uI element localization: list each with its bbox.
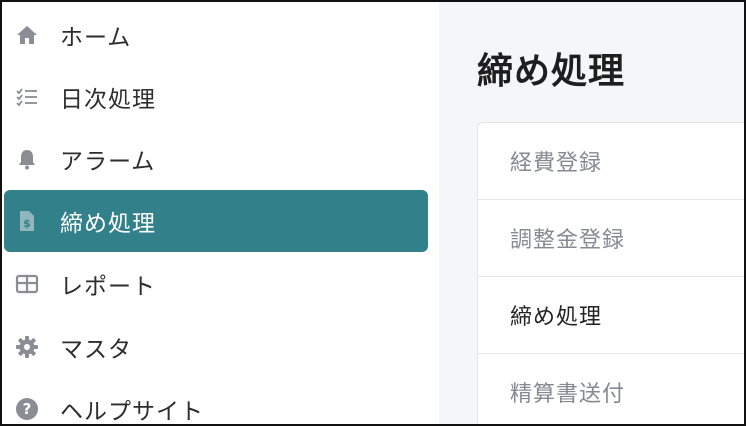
svg-text:?: ? bbox=[23, 400, 32, 418]
checklist-icon bbox=[14, 84, 40, 110]
sidebar-item-label: レポート bbox=[60, 274, 156, 300]
submenu-item-expense[interactable]: 経費登録 bbox=[478, 123, 744, 200]
sidebar-item-label: 締め処理 bbox=[60, 211, 156, 237]
sidebar-item-label: アラーム bbox=[60, 149, 156, 175]
table-icon bbox=[14, 271, 40, 297]
app-window: ホーム 日次処理 アラーム $ 締め処理 レポート マスタ ? ヘルプサイト 締… bbox=[0, 0, 746, 426]
sidebar-item-label: ヘルプサイト bbox=[60, 399, 204, 425]
home-icon bbox=[14, 22, 40, 48]
submenu-item-statement[interactable]: 精算書送付 bbox=[478, 354, 744, 424]
invoice-icon: $ bbox=[14, 208, 40, 234]
gear-icon bbox=[14, 334, 40, 360]
submenu-item-label: 経費登録 bbox=[510, 151, 603, 176]
sidebar-item-alarm[interactable]: アラーム bbox=[4, 128, 428, 190]
submenu-item-label: 調整金登録 bbox=[510, 228, 626, 253]
sidebar-item-daily[interactable]: 日次処理 bbox=[4, 66, 428, 128]
sidebar-item-label: マスタ bbox=[60, 337, 132, 363]
sidebar-item-closing[interactable]: $ 締め処理 bbox=[4, 190, 428, 252]
submenu-item-closing[interactable]: 締め処理 bbox=[478, 277, 744, 354]
sidebar-item-master[interactable]: マスタ bbox=[4, 316, 428, 378]
submenu-item-label: 締め処理 bbox=[510, 305, 603, 330]
sidebar-item-label: ホーム bbox=[60, 25, 132, 51]
submenu-item-adjustment[interactable]: 調整金登録 bbox=[478, 200, 744, 277]
page-title: 締め処理 bbox=[477, 51, 626, 92]
sidebar-item-home[interactable]: ホーム bbox=[4, 4, 428, 66]
submenu-item-label: 精算書送付 bbox=[510, 382, 626, 407]
submenu-card: 経費登録 調整金登録 締め処理 精算書送付 bbox=[477, 122, 744, 424]
main-content: 締め処理 経費登録 調整金登録 締め処理 精算書送付 bbox=[439, 2, 744, 424]
sidebar: ホーム 日次処理 アラーム $ 締め処理 レポート マスタ ? ヘルプサイト bbox=[2, 2, 439, 425]
help-icon: ? bbox=[14, 396, 40, 422]
sidebar-item-report[interactable]: レポート bbox=[4, 253, 428, 315]
svg-text:$: $ bbox=[23, 217, 31, 230]
bell-icon bbox=[14, 146, 40, 172]
sidebar-item-help[interactable]: ? ヘルプサイト bbox=[4, 378, 428, 425]
sidebar-item-label: 日次処理 bbox=[60, 87, 156, 113]
